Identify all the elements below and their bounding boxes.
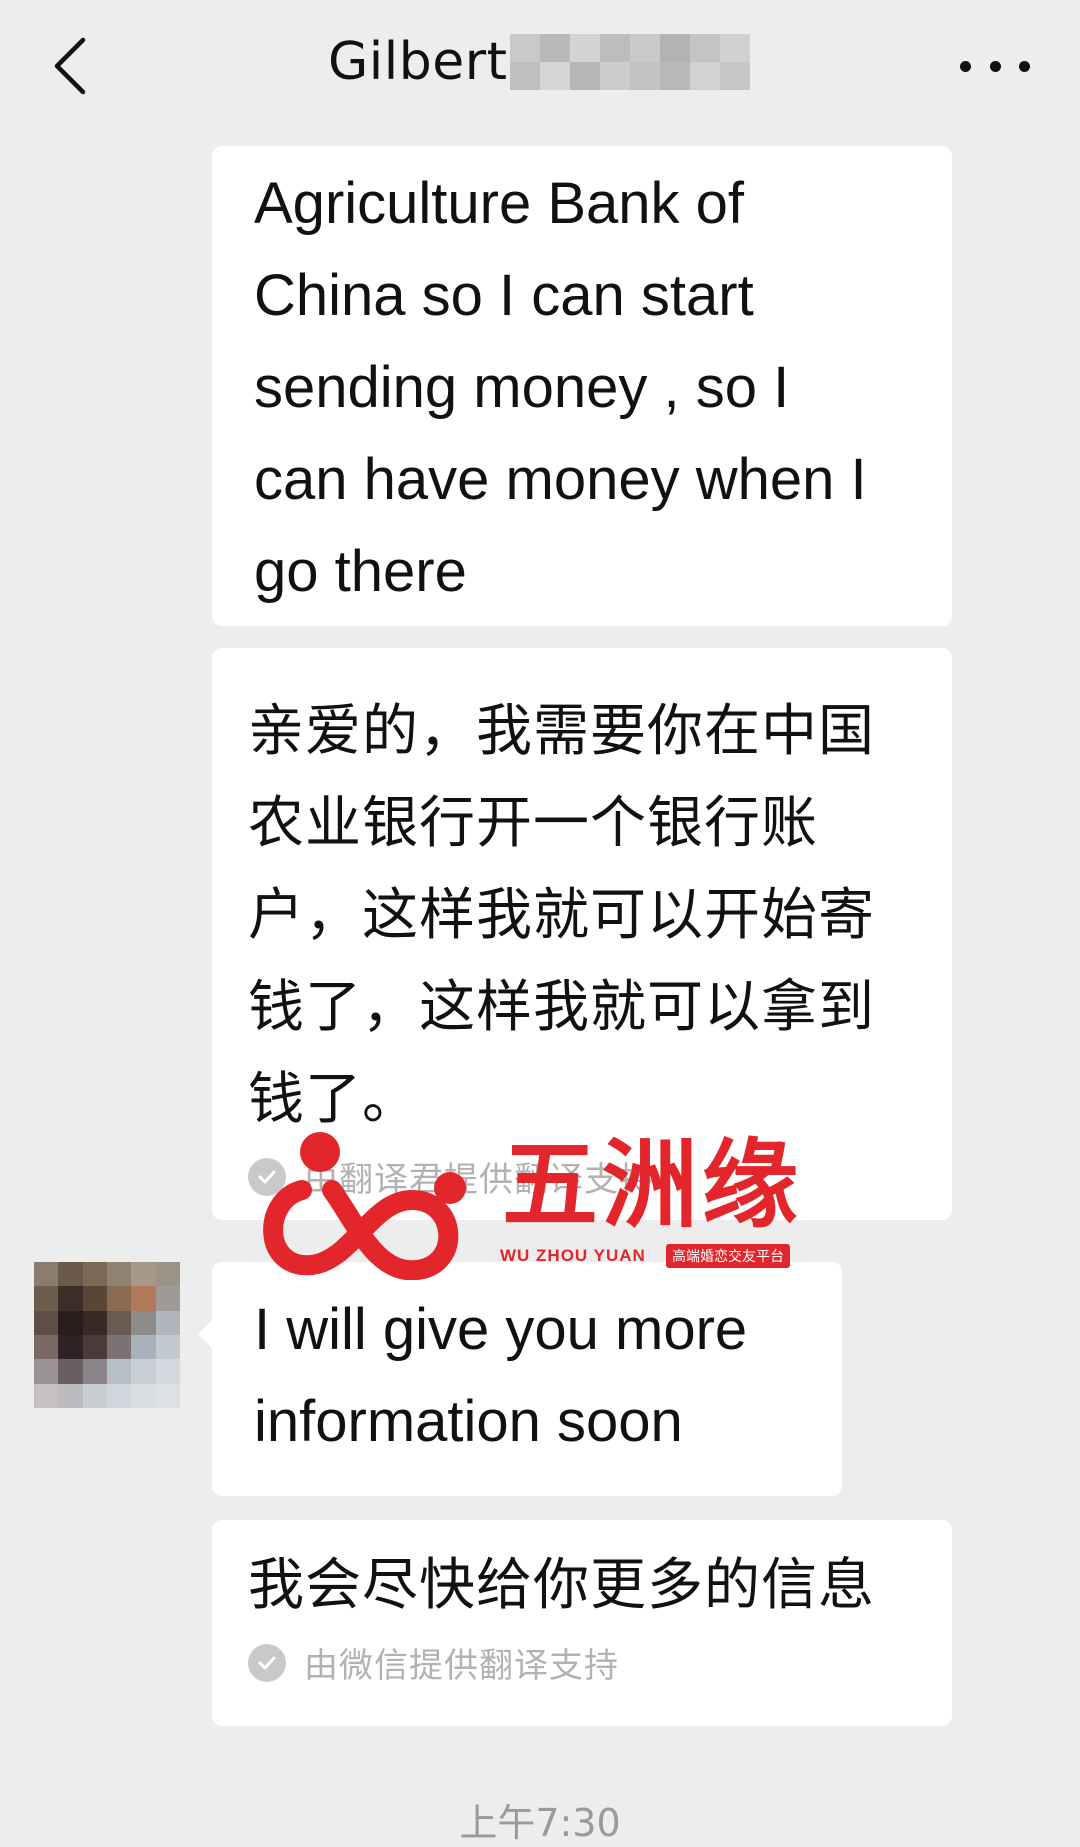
avatar-pixel bbox=[155, 1383, 180, 1408]
message-timestamp: 上午7:30 bbox=[459, 1801, 621, 1845]
avatar-pixel bbox=[34, 1262, 59, 1287]
chat-header: Gilbert bbox=[0, 0, 1080, 130]
message-text: 我会尽快给你更多的信息 bbox=[248, 1553, 875, 1618]
ellipsis-icon bbox=[960, 60, 971, 72]
blur-pixel bbox=[660, 62, 690, 90]
avatar-pixel bbox=[82, 1335, 107, 1360]
avatar-pixel bbox=[58, 1335, 83, 1360]
avatar-pixel bbox=[82, 1359, 107, 1384]
chevron-left-icon bbox=[54, 37, 86, 95]
avatar-pixel bbox=[155, 1262, 180, 1287]
avatar-pixel bbox=[107, 1335, 132, 1360]
avatar-pixel bbox=[82, 1262, 107, 1287]
avatar-pixel bbox=[34, 1383, 59, 1408]
translation-note-text: 由微信提供翻译支持 bbox=[304, 1646, 619, 1686]
avatar-pixel bbox=[107, 1359, 132, 1384]
blur-pixel bbox=[720, 34, 750, 62]
blur-pixel bbox=[600, 62, 630, 90]
watermark-subtitle: WU ZHOU YUAN bbox=[500, 1246, 646, 1265]
contact-avatar[interactable] bbox=[34, 1262, 180, 1408]
avatar-pixel bbox=[155, 1286, 180, 1311]
avatar-pixel bbox=[155, 1335, 180, 1360]
message-text: I will give you more information soon bbox=[254, 1297, 748, 1454]
watermark-infinity-icon bbox=[263, 1132, 466, 1280]
avatar-pixel bbox=[155, 1310, 180, 1335]
watermark-tagline: 高端婚恋交友平台 bbox=[666, 1244, 790, 1268]
back-button[interactable] bbox=[40, 28, 100, 104]
avatar-pixel bbox=[34, 1335, 59, 1360]
avatar-pixel bbox=[131, 1383, 156, 1408]
watermark-logo: 五洲缘 WU ZHOU YUAN 高端婚恋交友平台 bbox=[262, 1130, 822, 1280]
blur-pixel bbox=[660, 34, 690, 62]
blur-pixel bbox=[690, 34, 720, 62]
avatar-pixel bbox=[131, 1335, 156, 1360]
avatar-pixel bbox=[34, 1359, 59, 1384]
avatar-pixel bbox=[107, 1262, 132, 1287]
avatar-pixel bbox=[58, 1262, 83, 1287]
avatar-pixel bbox=[34, 1286, 59, 1311]
avatar-pixel bbox=[58, 1286, 83, 1311]
blur-pixel bbox=[630, 62, 660, 90]
avatar-pixel bbox=[82, 1310, 107, 1335]
avatar-pixel bbox=[131, 1310, 156, 1335]
avatar-pixel bbox=[131, 1359, 156, 1384]
blur-pixel bbox=[540, 34, 570, 62]
redacted-name-blur bbox=[510, 34, 750, 90]
blur-pixel bbox=[510, 62, 540, 90]
message-bubble[interactable]: Agriculture Bank of China so I can start… bbox=[212, 146, 952, 626]
avatar-pixel bbox=[107, 1383, 132, 1408]
blur-pixel bbox=[690, 62, 720, 90]
message-text: 亲爱的，我需要你在中国 农业银行开一个银行账 户，这样我就可以开始寄 钱了，这样… bbox=[248, 699, 875, 1132]
message-bubble[interactable]: I will give you more information soon bbox=[212, 1262, 842, 1496]
avatar-pixel bbox=[82, 1383, 107, 1408]
avatar-pixel bbox=[58, 1383, 83, 1408]
avatar-pixel bbox=[131, 1286, 156, 1311]
avatar-pixel bbox=[107, 1286, 132, 1311]
blur-pixel bbox=[600, 34, 630, 62]
check-icon bbox=[248, 1643, 286, 1682]
more-options-button[interactable] bbox=[960, 48, 1030, 84]
avatar-pixel bbox=[34, 1310, 59, 1335]
avatar-pixel bbox=[131, 1262, 156, 1287]
avatar-pixel bbox=[155, 1359, 180, 1384]
blur-pixel bbox=[540, 62, 570, 90]
blur-pixel bbox=[720, 62, 750, 90]
blur-pixel bbox=[630, 34, 660, 62]
avatar-pixel bbox=[58, 1359, 83, 1384]
blur-pixel bbox=[570, 62, 600, 90]
blur-pixel bbox=[510, 34, 540, 62]
blur-pixel bbox=[570, 34, 600, 62]
chat-title: Gilbert bbox=[328, 32, 508, 92]
avatar-pixel bbox=[107, 1310, 132, 1335]
watermark-title: 五洲缘 bbox=[502, 1129, 802, 1241]
translation-note: 由微信提供翻译支持 bbox=[248, 1638, 928, 1687]
translation-bubble[interactable]: 我会尽快给你更多的信息 由微信提供翻译支持 bbox=[212, 1520, 952, 1726]
avatar-pixel bbox=[58, 1310, 83, 1335]
message-text: Agriculture Bank of China so I can start… bbox=[254, 171, 867, 604]
avatar-pixel bbox=[82, 1286, 107, 1311]
